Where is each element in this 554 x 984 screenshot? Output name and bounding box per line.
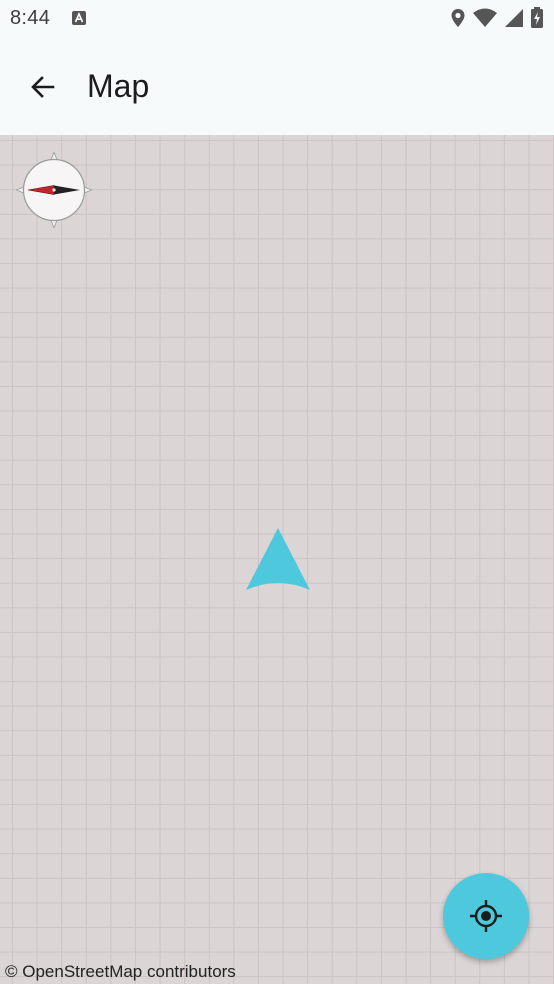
arrow-left-icon	[31, 76, 55, 98]
navigation-arrow-icon	[246, 528, 310, 590]
wifi-icon	[473, 8, 497, 27]
my-location-button[interactable]	[443, 873, 529, 959]
page-title: Map	[87, 68, 150, 104]
location-icon	[451, 9, 465, 27]
status-icons	[450, 7, 544, 29]
status-time: 8:44	[10, 7, 51, 29]
compass-icon[interactable]	[16, 152, 92, 228]
crosshair-location-icon	[470, 900, 502, 932]
map-attribution[interactable]: © OpenStreetMap contributors	[5, 962, 236, 982]
screen: 8:44 Map © OpenStreetMap contributors	[0, 0, 554, 984]
signal-icon	[505, 9, 523, 27]
app-bar: Map	[0, 38, 554, 135]
notification-a-icon	[72, 11, 86, 25]
status-bar: 8:44	[0, 0, 554, 38]
back-button[interactable]	[20, 64, 66, 110]
battery-charging-icon	[531, 7, 543, 28]
